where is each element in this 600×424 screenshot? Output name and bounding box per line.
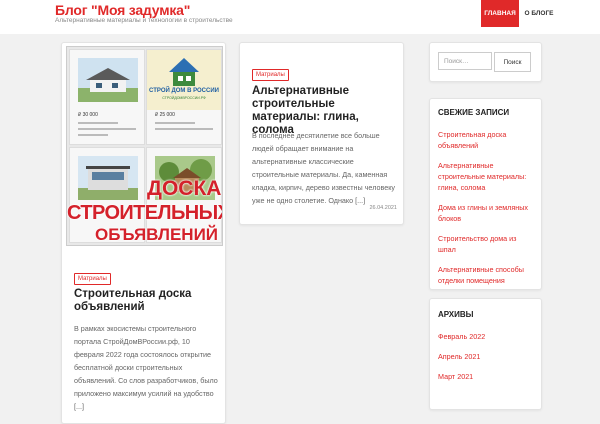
post-card-board: ₽ 30 000 СТРОЙ ДОМ В РОССИИ СТРОЙДОМВРОС… (61, 42, 226, 424)
listing-text-line (78, 122, 118, 124)
search-button[interactable]: Поиск (494, 52, 531, 72)
category-badge[interactable]: Матриалы (252, 69, 289, 81)
site-title[interactable]: Блог "Моя задумка" (55, 2, 190, 18)
nav-item-home[interactable]: ГЛАВНАЯ (481, 0, 519, 27)
listing-price: ₽ 30 000 (78, 112, 98, 118)
archive-link[interactable]: Март 2021 (438, 371, 485, 382)
post-image[interactable]: ₽ 30 000 СТРОЙ ДОМ В РОССИИ СТРОЙДОМВРОС… (66, 46, 223, 246)
archive-link[interactable]: Апрель 2021 (438, 351, 485, 362)
recent-post-link[interactable]: Строительная доска объявлений (438, 129, 536, 151)
search-input[interactable]: Поиск… (438, 52, 492, 70)
image-overlay-line-1: ДОСКА (147, 177, 222, 200)
post-title[interactable]: Строительная доска объявлений (74, 288, 214, 314)
logo-subtitle: СТРОЙДОМВРОССИИ.РФ (162, 96, 206, 100)
nav-item-about[interactable]: О БЛОГЕ (519, 0, 559, 27)
post-excerpt: В последнее десятилетие все больше людей… (252, 131, 396, 205)
listing-price: ₽ 25 000 (155, 112, 175, 118)
recent-post-link[interactable]: Альтернативные способы отделки помещения (438, 264, 536, 286)
recent-post-link[interactable]: Дома из глины и земляных блоков (438, 202, 536, 224)
widget-title: СВЕЖИЕ ЗАПИСИ (438, 108, 510, 117)
logo-image (147, 50, 221, 110)
header-bar: Блог "Моя задумка" Альтернативные матери… (0, 0, 600, 34)
image-overlay-line-3: ОБЪЯВЛЕНИЙ (95, 225, 218, 244)
listing-text-line (78, 134, 108, 136)
house-image (78, 58, 138, 102)
listing-text-line (155, 122, 195, 124)
widget-title: АРХИВЫ (438, 310, 474, 319)
site-description: Альтернативные материалы и технологии в … (55, 17, 233, 24)
category-badge[interactable]: Матриалы (74, 273, 111, 285)
archives-widget: АРХИВЫ Февраль 2022 Апрель 2021 Март 202… (429, 298, 542, 410)
recent-posts-widget: СВЕЖИЕ ЗАПИСИ Строительная доска объявле… (429, 98, 542, 290)
listing-thumb: СТРОЙ ДОМ В РОССИИ СТРОЙДОМВРОССИИ.РФ ₽ … (146, 49, 222, 145)
post-date: 26.04.2021 (369, 205, 397, 211)
house-image (78, 156, 138, 200)
post-excerpt: В рамках экосистемы строительного портал… (74, 324, 218, 411)
logo-title: СТРОЙ ДОМ В РОССИИ (149, 88, 219, 94)
archive-link[interactable]: Февраль 2022 (438, 331, 485, 342)
recent-post-link[interactable]: Альтернативные строительные материалы: г… (438, 160, 536, 193)
listing-text-line (155, 128, 213, 130)
listing-thumb: ₽ 30 000 (69, 49, 145, 145)
listing-text-line (78, 128, 136, 130)
image-overlay-line-2: СТРОИТЕЛЬНЫХ (67, 202, 223, 224)
recent-post-link[interactable]: Строительство дома из шпал (438, 233, 536, 255)
post-card-materials: Матриалы Альтернативные строительные мат… (239, 42, 404, 225)
